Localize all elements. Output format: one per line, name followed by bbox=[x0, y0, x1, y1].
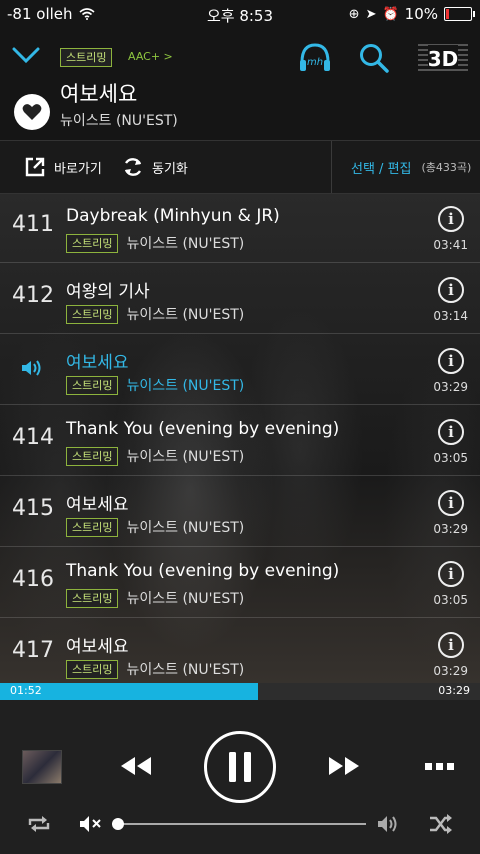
track-row[interactable]: 414 Thank You (evening by evening) 스트리밍 뉴… bbox=[0, 405, 480, 476]
sync-icon bbox=[124, 158, 142, 176]
track-row[interactable]: 416 Thank You (evening by evening) 스트리밍 뉴… bbox=[0, 547, 480, 618]
track-duration: 03:29 bbox=[433, 380, 468, 394]
streaming-badge: 스트리밍 bbox=[66, 446, 119, 466]
select-edit-label: 선택 / 편집 bbox=[351, 161, 412, 177]
battery-percent: 10% bbox=[404, 5, 438, 23]
track-duration: 03:05 bbox=[433, 593, 468, 607]
now-playing-header: 스트리밍 AAC+ > mh 3D 여보세요 뉴이스트 (NU'EST) bbox=[0, 28, 480, 140]
mh-label: mh bbox=[307, 57, 323, 68]
track-artist: 뉴이스트 (NU'EST) bbox=[126, 378, 245, 394]
track-artist: 뉴이스트 (NU'EST) bbox=[126, 449, 245, 465]
volume-mute-icon[interactable] bbox=[78, 813, 104, 835]
external-link-icon bbox=[25, 157, 45, 177]
track-artist: 뉴이스트 (NU'EST) bbox=[126, 591, 245, 607]
streaming-badge: 스트리밍 bbox=[66, 304, 119, 324]
streaming-badge: 스트리밍 bbox=[60, 48, 113, 67]
total-time: 03:29 bbox=[438, 684, 470, 697]
info-icon[interactable]: i bbox=[438, 277, 464, 303]
fast-forward-icon[interactable] bbox=[326, 755, 362, 777]
select-edit-button[interactable]: 선택 / 편집 (총433곡) bbox=[351, 141, 471, 193]
pause-button[interactable] bbox=[204, 731, 276, 803]
headphones-mh-icon[interactable]: mh bbox=[298, 42, 332, 74]
volume-max-icon bbox=[378, 816, 397, 832]
playlist-toolbar: 바로가기 동기화 선택 / 편집 (총433곡) bbox=[0, 140, 480, 194]
goto-button[interactable]: 바로가기 bbox=[24, 141, 102, 193]
3d-sound-button[interactable]: 3D bbox=[418, 42, 468, 74]
rotation-lock-icon: ⊕ bbox=[348, 6, 360, 22]
like-button[interactable] bbox=[14, 94, 50, 130]
sync-label: 동기화 bbox=[152, 161, 188, 177]
elapsed-time: 01:52 bbox=[10, 684, 42, 697]
track-duration: 03:41 bbox=[433, 238, 468, 252]
track-title: 여보세요 bbox=[66, 495, 129, 515]
track-duration: 03:29 bbox=[433, 522, 468, 536]
sync-button[interactable]: 동기화 bbox=[122, 141, 188, 193]
repeat-icon[interactable] bbox=[26, 813, 52, 835]
info-icon[interactable]: i bbox=[438, 561, 464, 587]
track-number: 414 bbox=[12, 425, 54, 450]
3d-label: 3D bbox=[428, 47, 459, 71]
track-duration: 03:29 bbox=[433, 664, 468, 678]
alarm-icon: ⏰ bbox=[382, 6, 399, 22]
now-playing-title: 여보세요 bbox=[60, 82, 138, 106]
info-icon[interactable]: i bbox=[438, 419, 464, 445]
track-row-playing[interactable]: 여보세요 스트리밍 뉴이스트 (NU'EST) i 03:29 bbox=[0, 334, 480, 405]
track-title: 여왕의 기사 bbox=[66, 282, 150, 302]
track-number: 411 bbox=[12, 212, 54, 237]
pause-icon bbox=[229, 752, 251, 782]
track-number: 416 bbox=[12, 567, 54, 592]
track-row[interactable]: 415 여보세요 스트리밍 뉴이스트 (NU'EST) i 03:29 bbox=[0, 476, 480, 547]
now-playing-artist: 뉴이스트 (NU'EST) bbox=[60, 113, 178, 129]
track-title: Daybreak (Minhyun & JR) bbox=[66, 206, 280, 226]
track-list[interactable]: 411 Daybreak (Minhyun & JR) 스트리밍뉴이스트 (NU… bbox=[0, 192, 480, 683]
streaming-badge: 스트리밍 bbox=[66, 375, 119, 395]
album-art-thumbnail[interactable] bbox=[22, 750, 62, 784]
track-title: 여보세요 bbox=[66, 637, 129, 657]
track-artist: 뉴이스트 (NU'EST) bbox=[126, 662, 245, 678]
streaming-badge: 스트리밍 bbox=[66, 659, 119, 679]
info-icon[interactable]: i bbox=[438, 632, 464, 658]
search-icon[interactable] bbox=[358, 42, 390, 74]
battery-icon bbox=[444, 7, 475, 21]
heart-icon bbox=[22, 104, 42, 120]
volume-slider-track[interactable] bbox=[118, 823, 366, 825]
goto-label: 바로가기 bbox=[54, 161, 102, 177]
track-duration: 03:14 bbox=[433, 309, 468, 323]
location-icon: ➤ bbox=[365, 6, 377, 22]
track-count: (총433곡) bbox=[421, 161, 472, 174]
info-icon[interactable]: i bbox=[438, 206, 464, 232]
track-row[interactable]: 417 여보세요 스트리밍 뉴이스트 (NU'EST) i 03:29 bbox=[0, 618, 480, 683]
track-title: Thank You (evening by evening) bbox=[66, 419, 340, 439]
track-number: 415 bbox=[12, 496, 54, 521]
info-icon[interactable]: i bbox=[438, 490, 464, 516]
codec-label[interactable]: AAC+ > bbox=[128, 50, 173, 63]
streaming-badge: 스트리밍 bbox=[66, 233, 119, 253]
status-bar: -81 olleh 오후 8:53 ⊕ ➤ ⏰ 10% bbox=[0, 0, 480, 28]
more-options-icon[interactable] bbox=[424, 762, 456, 772]
speaker-playing-icon bbox=[22, 360, 41, 376]
track-artist: 뉴이스트 (NU'EST) bbox=[126, 520, 245, 536]
volume-slider-knob[interactable] bbox=[112, 818, 124, 830]
rewind-icon[interactable] bbox=[118, 755, 154, 777]
shuffle-icon[interactable] bbox=[428, 813, 454, 835]
track-artist: 뉴이스트 (NU'EST) bbox=[126, 307, 245, 323]
track-row[interactable]: 411 Daybreak (Minhyun & JR) 스트리밍 뉴이스트 (NU… bbox=[0, 192, 480, 263]
track-artist: 뉴이스트 (NU'EST) bbox=[126, 236, 245, 252]
toolbar-divider bbox=[331, 141, 332, 193]
streaming-badge: 스트리밍 bbox=[66, 588, 119, 608]
track-title: Thank You (evening by evening) bbox=[66, 561, 340, 581]
streaming-badge: 스트리밍 bbox=[66, 517, 119, 537]
seek-bar[interactable]: 01:52 03:29 bbox=[0, 683, 480, 700]
track-title: 여보세요 bbox=[66, 353, 129, 373]
track-number: 412 bbox=[12, 283, 54, 308]
track-row[interactable]: 412 여왕의 기사 스트리밍 뉴이스트 (NU'EST) i 03:14 bbox=[0, 263, 480, 334]
track-duration: 03:05 bbox=[433, 451, 468, 465]
track-number: 417 bbox=[12, 638, 54, 663]
info-icon[interactable]: i bbox=[438, 348, 464, 374]
chevron-down-icon[interactable] bbox=[12, 46, 40, 64]
player-controls bbox=[0, 700, 480, 854]
